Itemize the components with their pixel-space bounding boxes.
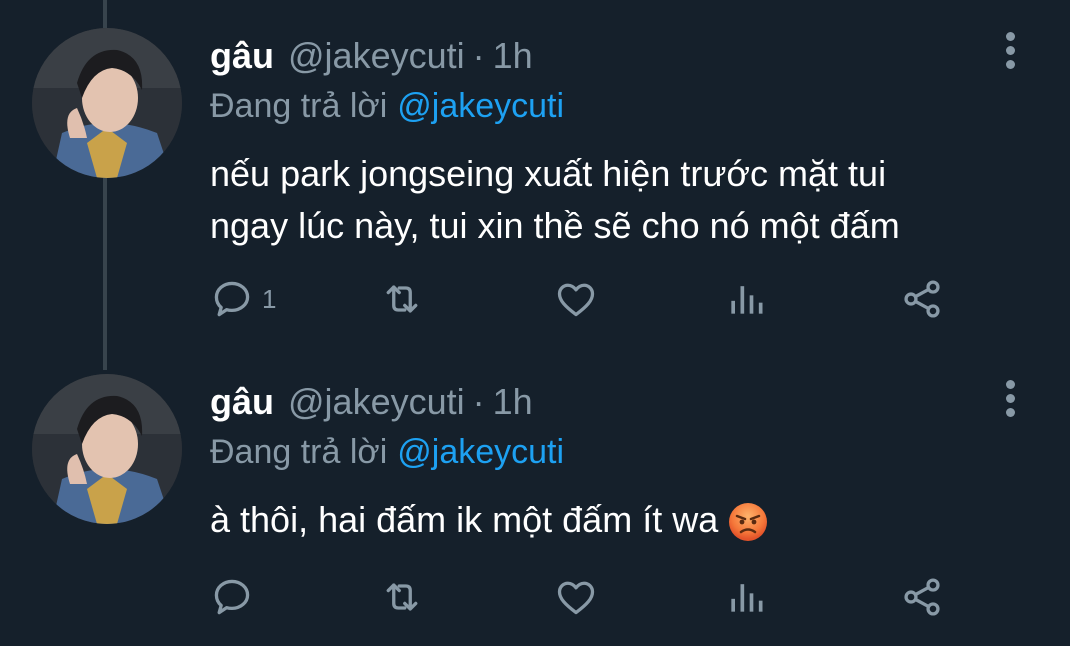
tweet[interactable]: gâu @jakeycuti · 1h Đang trả lời @jakeycuti … [0, 0, 1070, 360]
replying-to-label: Đang trả lời [210, 433, 388, 471]
replying-to: Đang trả lời @jakeycuti [210, 86, 564, 126]
reply-icon [214, 579, 250, 615]
tweet-header: gâu @jakeycuti · 1h [210, 36, 533, 76]
reply-mention-link[interactable]: @jakeycuti [397, 433, 564, 471]
analytics-icon [731, 584, 763, 612]
angry-face-icon [729, 503, 768, 542]
heart-icon [557, 581, 595, 615]
reply-button[interactable]: 1 [210, 274, 276, 324]
heart-icon [557, 283, 595, 317]
avatar[interactable] [32, 28, 182, 178]
tweet-actions: 1 [210, 274, 970, 324]
separator: · [472, 35, 485, 76]
analytics-button[interactable] [724, 274, 768, 324]
retweet-icon [386, 285, 418, 313]
replying-to: Đang trả lời @jakeycuti [210, 432, 564, 472]
reply-button[interactable] [210, 572, 262, 622]
tweet-text-content: à thôi, hai đấm ik một đấm ít wa [210, 499, 719, 540]
more-vertical-icon[interactable] [1004, 380, 1016, 420]
share-button[interactable] [900, 274, 944, 324]
username[interactable]: @jakeycuti [288, 381, 465, 422]
retweet-button[interactable] [380, 572, 424, 622]
tweet-text-line: à thôi, hai đấm ik một đấm ít wa [210, 494, 1030, 546]
display-name[interactable]: gâu [210, 381, 274, 422]
like-button[interactable] [554, 274, 598, 324]
timestamp[interactable]: 1h [493, 35, 533, 76]
replying-to-label: Đang trả lời [210, 87, 388, 125]
avatar[interactable] [32, 374, 182, 524]
reply-mention-link[interactable]: @jakeycuti [397, 87, 564, 125]
reply-count: 1 [262, 283, 277, 314]
retweet-icon [386, 583, 418, 611]
avatar-image [32, 374, 182, 524]
avatar-image [32, 28, 182, 178]
timeline: gâu @jakeycuti · 1h Đang trả lời @jakeycuti … [0, 0, 1070, 646]
separator: · [472, 381, 485, 422]
tweet-header: gâu @jakeycuti · 1h [210, 382, 533, 422]
analytics-icon [731, 286, 763, 314]
tweet-text-line: nếu park jongseing xuất hiện trước mặt t… [210, 153, 887, 194]
share-button[interactable] [900, 572, 944, 622]
tweet-actions [210, 572, 970, 622]
tweet[interactable]: gâu @jakeycuti · 1h Đang trả lời @jakeycuti … [0, 360, 1070, 646]
display-name[interactable]: gâu [210, 35, 274, 76]
share-icon [904, 280, 940, 318]
tweet-text-line: ngay lúc này, tui xin thề sẽ cho nó một … [210, 205, 900, 246]
like-button[interactable] [554, 572, 598, 622]
tweet-text: nếu park jongseing xuất hiện trước mặt t… [210, 148, 1030, 252]
more-vertical-icon[interactable] [1004, 32, 1016, 72]
username[interactable]: @jakeycuti [288, 35, 465, 76]
share-icon [904, 578, 940, 616]
reply-icon [214, 281, 250, 317]
retweet-button[interactable] [380, 274, 424, 324]
analytics-button[interactable] [724, 572, 768, 622]
tweet-text: à thôi, hai đấm ik một đấm ít wa [210, 494, 1030, 546]
timestamp[interactable]: 1h [493, 381, 533, 422]
